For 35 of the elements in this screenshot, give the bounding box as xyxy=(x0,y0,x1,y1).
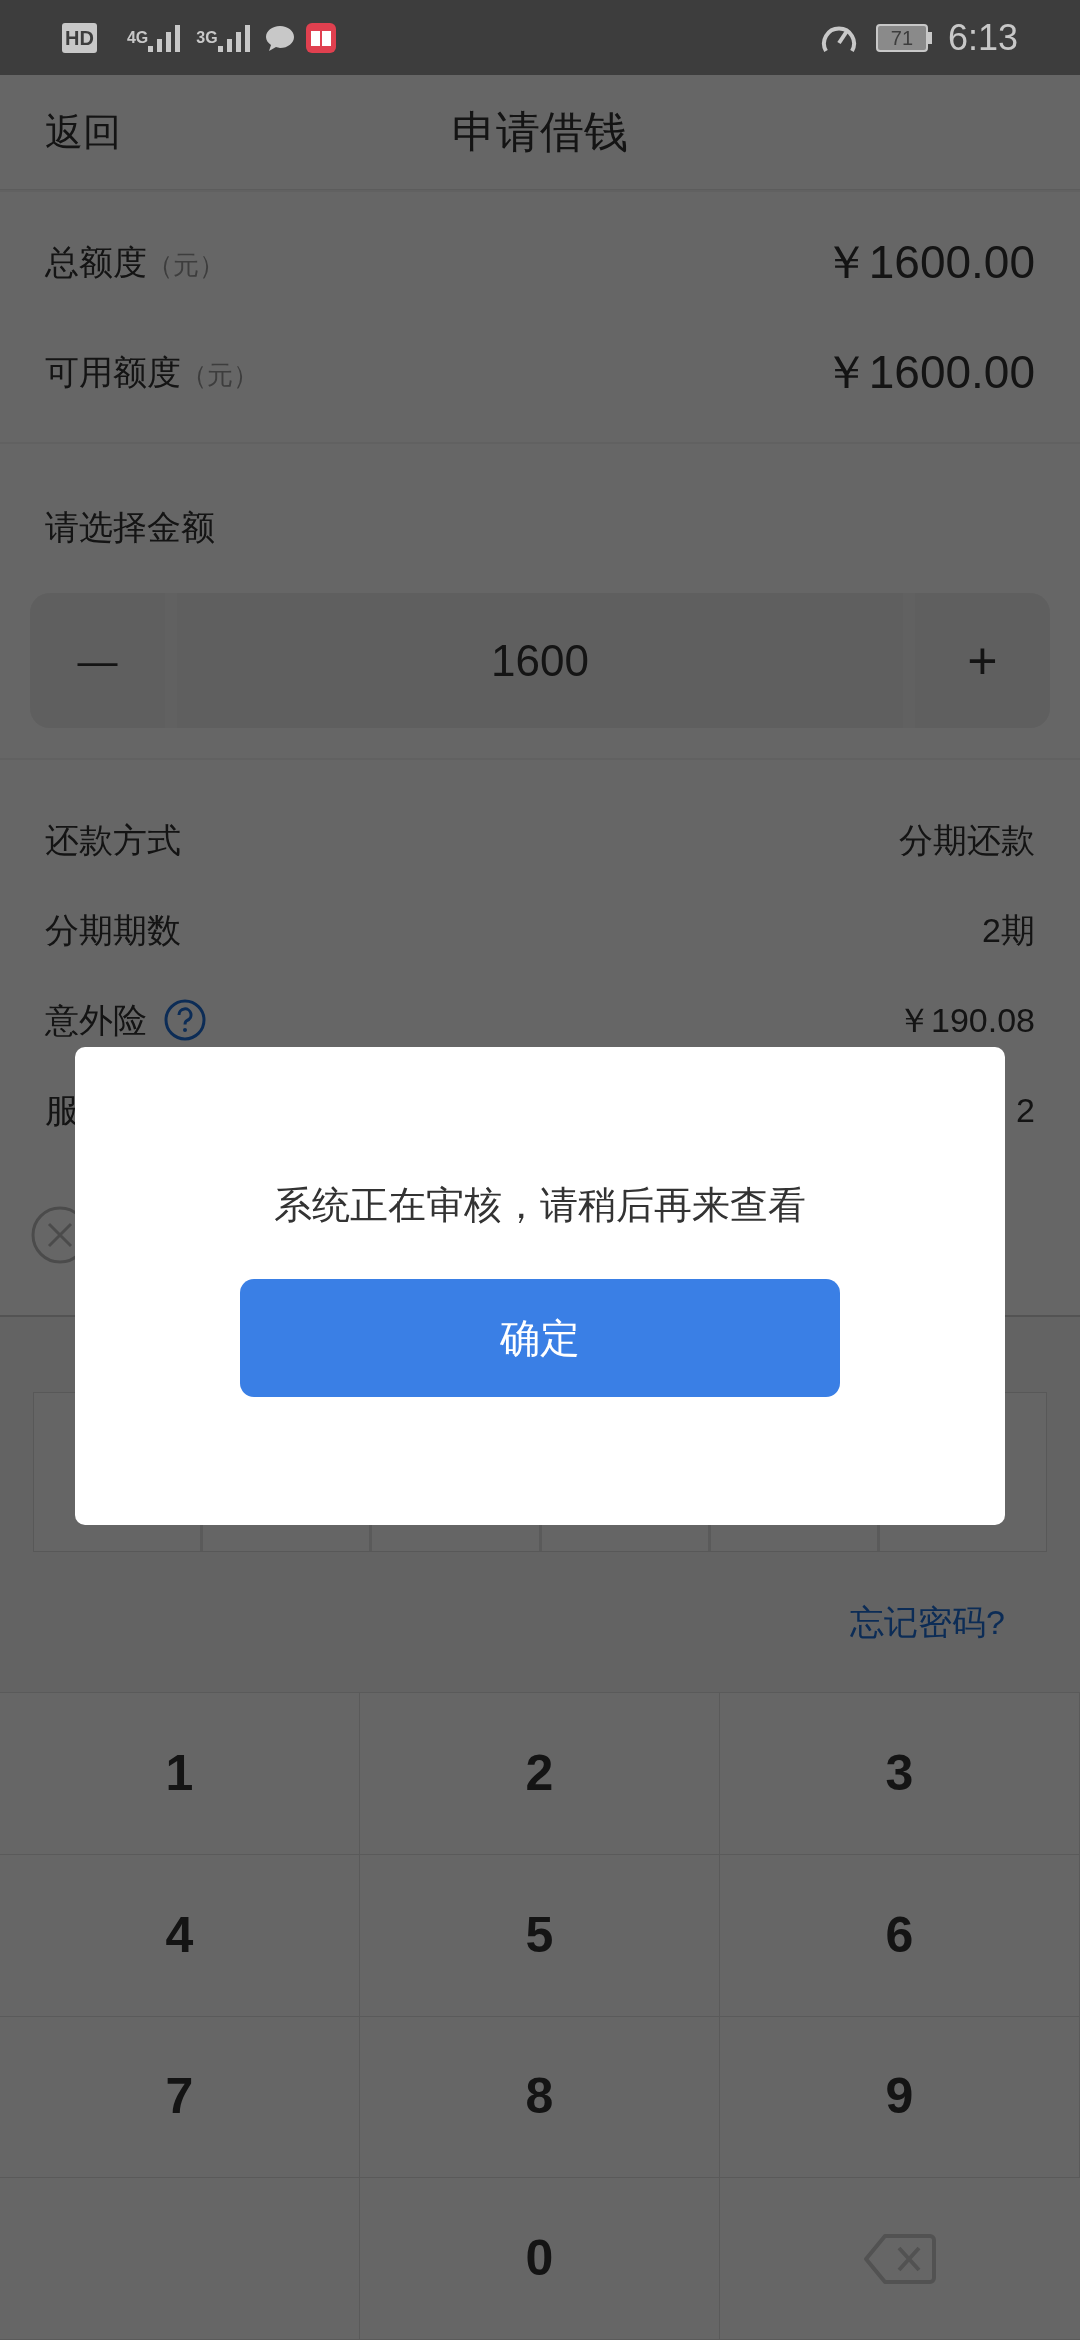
keypad-key[interactable]: 5 xyxy=(360,1854,720,2017)
detail-value: 分期还款 xyxy=(899,819,1035,861)
keypad-key[interactable]: 2 xyxy=(360,1693,720,1855)
limit-amount: ￥1600.00 xyxy=(822,344,1035,400)
hd-label: HD xyxy=(62,22,97,53)
detail-label: 分期期数 xyxy=(45,909,181,951)
dialog-message: 系统正在审核，请稍后再来查看 xyxy=(274,1183,806,1228)
detail-label: 意外险 xyxy=(45,999,147,1041)
keypad-key[interactable]: 4 xyxy=(0,1854,360,2017)
network-label: 3G xyxy=(196,27,218,48)
detail-value: 2 xyxy=(1016,1089,1035,1131)
detail-label: 服 xyxy=(45,1089,79,1131)
limit-amount: ￥1600.00 xyxy=(822,234,1035,290)
detail-label: 还款方式 xyxy=(45,819,181,861)
forgot-password-link[interactable]: 忘记密码? xyxy=(850,1596,1005,1648)
amount-label: 请选择金额 xyxy=(44,507,216,548)
book-app-icon xyxy=(305,22,336,53)
keypad-key[interactable]: 3 xyxy=(720,1693,1080,1855)
clock: 6:13 xyxy=(947,15,1018,60)
network-label: 4G xyxy=(126,27,149,48)
keypad-key[interactable]: 1 xyxy=(0,1693,360,1855)
chat-bubble-icon xyxy=(263,23,296,52)
keypad-key[interactable]: 0 xyxy=(360,2178,720,2340)
help-icon[interactable] xyxy=(163,998,207,1042)
keypad-key[interactable]: 8 xyxy=(360,2016,720,2179)
keypad-key[interactable]: 6 xyxy=(720,1854,1080,2017)
keypad-key[interactable]: 7 xyxy=(0,2016,360,2179)
confirm-button[interactable]: 确定 xyxy=(240,1279,840,1397)
page-title: 申请借钱 xyxy=(452,106,628,158)
keypad-key[interactable]: 9 xyxy=(720,2016,1080,2179)
limit-label: 总额度 xyxy=(45,241,147,283)
limit-label: 可用额度 xyxy=(45,351,181,393)
back-button[interactable]: 返回 xyxy=(45,103,121,161)
detail-value: 2期 xyxy=(982,909,1035,951)
detail-value: ￥190.08 xyxy=(897,999,1035,1041)
